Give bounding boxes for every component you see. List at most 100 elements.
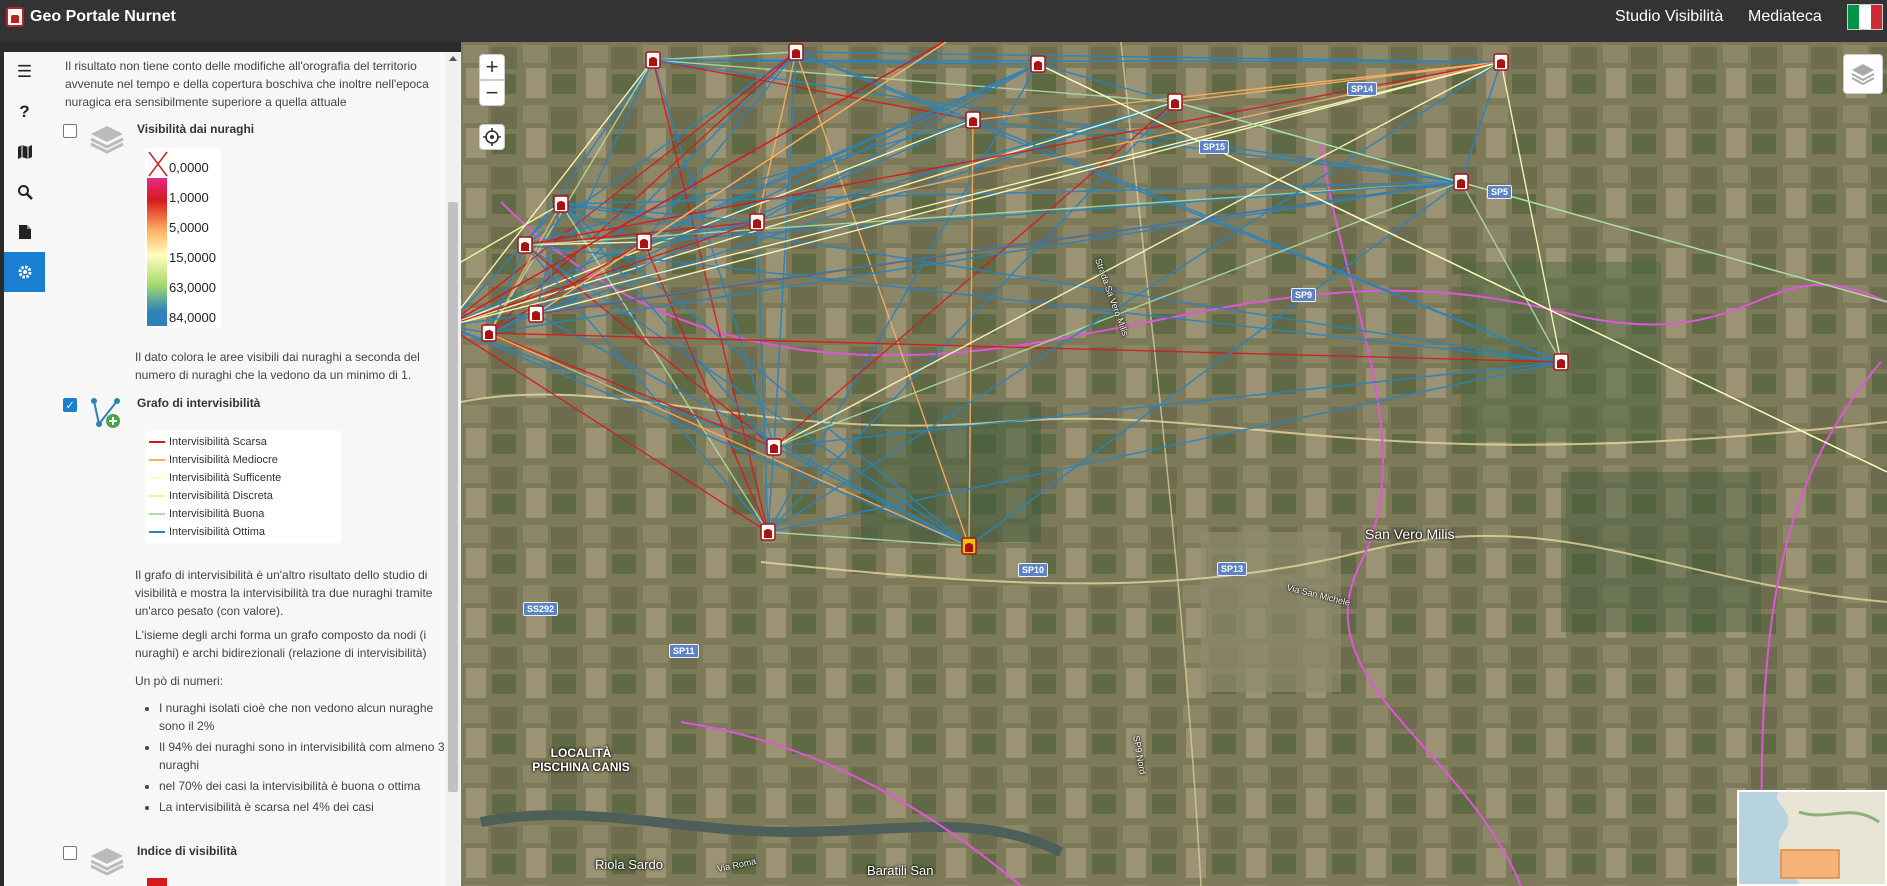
field-patch (1461, 262, 1661, 442)
nuraghe-marker-icon[interactable] (636, 233, 652, 251)
flag-green (1848, 5, 1860, 29)
layers-icon (90, 848, 124, 876)
brand[interactable]: Geo Portale Nurnet (6, 7, 176, 27)
legend-line-swatch (149, 477, 165, 479)
legend-label: Intervisibilità Buona (169, 508, 265, 520)
overview-minimap[interactable] (1737, 790, 1887, 886)
layer-indice-title: Indice di visibilità (137, 844, 238, 858)
no-data-cross-icon (148, 151, 168, 177)
place-label-baratili-san: Baratili San (867, 863, 934, 878)
legend-line-swatch (149, 441, 165, 443)
map-canvas[interactable] (461, 42, 1887, 886)
road-label-sp9: SP9 (1291, 288, 1317, 302)
crosshair-icon (483, 128, 501, 146)
help-icon[interactable]: ? (4, 92, 45, 132)
locate-button[interactable] (479, 124, 505, 150)
nuraghe-marker-icon[interactable] (965, 111, 981, 129)
legend-line-swatch (149, 495, 165, 497)
language-flag-italy-icon[interactable] (1847, 4, 1883, 30)
layer-visibilita-checkbox[interactable] (63, 124, 77, 138)
legend-label: Intervisibilità Discreta (169, 490, 273, 502)
stats-list-item: nel 70% dei casi la intervisibilità è bu… (159, 777, 453, 795)
panel-scrollbar[interactable] (446, 52, 460, 886)
flag-white (1859, 5, 1871, 29)
legend-line-swatch (149, 513, 165, 515)
scale-label-4: 63,0000 (169, 280, 216, 295)
stats-list-item: La intervisibilità è scarsa nel 4% dei c… (159, 798, 453, 816)
layer-indice-checkbox[interactable] (63, 846, 77, 860)
flag-red (1870, 5, 1882, 29)
scale-label-2: 5,0000 (169, 220, 209, 235)
legend-item: Intervisibilità Ottima (149, 523, 337, 541)
nuraghe-marker-icon[interactable] (553, 195, 569, 213)
layers-icon (1851, 64, 1875, 86)
layer-grafo-checkbox[interactable]: ✓ (63, 398, 77, 412)
nurnet-logo-icon (6, 7, 24, 27)
sidebar-icon-bar: ☰ ? (4, 52, 45, 886)
place-label-pischina-canis: LOCALITÀ PISCHINA CANIS (532, 746, 630, 774)
map-icon[interactable] (4, 132, 45, 172)
stats-list-item: I nuraghi isolati cioè che non vedono al… (159, 699, 453, 735)
satellite-imagery (461, 42, 1887, 886)
visibility-scale-legend: 0,0000 1,0000 5,0000 15,0000 63,0000 84,… (145, 148, 221, 328)
map-view[interactable]: San Vero Milis LOCALITÀ PISCHINA CANIS R… (461, 42, 1887, 886)
zoom-out-button[interactable]: − (479, 80, 505, 106)
nav-mediateca[interactable]: Mediateca (1748, 8, 1822, 26)
legend-label: Intervisibilità Ottima (169, 526, 265, 538)
scale-label-5: 84,0000 (169, 310, 216, 325)
scale-gradient-bar (147, 178, 167, 326)
zoom-in-button[interactable]: + (479, 54, 505, 80)
road-label-sp13: SP13 (1217, 562, 1248, 576)
gear-icon[interactable] (4, 252, 45, 292)
nuraghe-marker-icon[interactable] (760, 523, 776, 541)
nuraghe-marker-icon[interactable] (517, 236, 533, 254)
road-label-sp15: SP15 (1199, 140, 1230, 154)
stats-list-item: Il 94% dei nuraghi sono in intervisibili… (159, 738, 453, 774)
legend-item: Intervisibilità Discreta (149, 487, 337, 505)
legend-item: Intervisibilità Mediocre (149, 451, 337, 469)
legend-line-swatch (149, 531, 165, 533)
menu-icon[interactable]: ☰ (4, 52, 45, 92)
search-icon[interactable] (4, 172, 45, 212)
field-patch (861, 402, 1041, 542)
nuraghe-marker-icon[interactable] (481, 324, 497, 342)
nuraghe-marker-icon[interactable] (749, 213, 765, 231)
scale-label-3: 15,0000 (169, 250, 216, 265)
layer-visibilita-description: Il dato colora le aree visibili dai nura… (135, 350, 420, 382)
nuraghe-marker-icon[interactable] (1167, 93, 1183, 111)
grafo-paragraph-2: L'isieme degli archi forma un grafo comp… (135, 628, 427, 660)
place-label-san-vero-milis: San Vero Milis (1365, 526, 1455, 542)
layer-visibilita-title: Visibilità dai nuraghi (137, 122, 255, 136)
nuraghe-marker-icon[interactable] (528, 305, 544, 323)
field-patch (1561, 472, 1761, 632)
nuraghe-marker-icon[interactable] (1453, 173, 1469, 191)
nuraghe-marker-icon[interactable] (645, 51, 661, 69)
legend-label: Intervisibilità Sufficente (169, 472, 282, 484)
nuraghe-marker-icon[interactable] (1030, 55, 1046, 73)
town-area (1201, 532, 1341, 692)
minimap-canvas (1739, 792, 1885, 884)
nuraghe-marker-icon[interactable] (766, 438, 782, 456)
grafo-paragraph-1: Il grafo di intervisibilità è un'altro r… (135, 568, 433, 618)
document-icon[interactable] (4, 212, 45, 252)
scroll-up-arrow-icon[interactable] (449, 56, 457, 61)
indice-legend-swatch (147, 878, 167, 886)
app-title: Geo Portale Nurnet (30, 8, 176, 25)
nuraghe-marker-icon[interactable] (1553, 353, 1569, 371)
layers-icon (90, 126, 124, 154)
nuraghe-marker-icon[interactable] (961, 537, 977, 555)
nuraghe-marker-icon[interactable] (1493, 53, 1509, 71)
layer-indice-row: Indice di visibilità (63, 844, 237, 878)
road-label-ss292: SS292 (523, 602, 559, 616)
legend-label: Intervisibilità Mediocre (169, 454, 278, 466)
nav-studio-visibilita[interactable]: Studio Visibilità (1615, 8, 1723, 26)
layer-grafo-row: ✓ Grafo di intervisibilità (63, 396, 260, 430)
legend-label: Intervisibilità Scarsa (169, 436, 267, 448)
road-label-sp5: SP5 (1487, 185, 1513, 199)
minimap-viewport-box[interactable] (1780, 849, 1840, 879)
legend-item: Intervisibilità Sufficente (149, 469, 337, 487)
layer-switcher-button[interactable] (1843, 54, 1883, 94)
panel-scrollbar-thumb[interactable] (448, 202, 458, 792)
nuraghe-marker-icon[interactable] (788, 43, 804, 61)
legend-item: Intervisibilità Buona (149, 505, 337, 523)
